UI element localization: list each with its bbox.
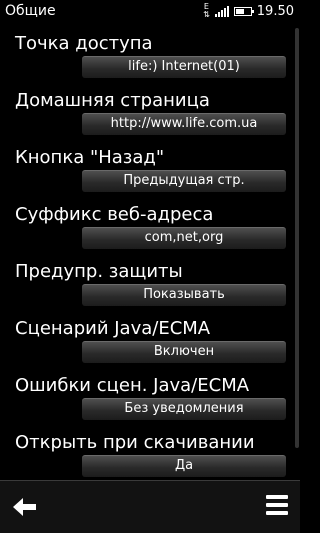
setting-value-button[interactable]: Без уведомления [82, 398, 286, 420]
status-indicators: E ⇅ 19.50 [203, 3, 294, 19]
setting-security-warnings[interactable]: Предупр. защиты Показывать [0, 252, 300, 309]
back-arrow-icon[interactable] [10, 493, 40, 521]
status-bar: Общие E ⇅ 19.50 [0, 0, 300, 24]
setting-label: Точка доступа [15, 33, 153, 54]
setting-value-button[interactable]: Показывать [82, 284, 286, 306]
battery-icon [233, 6, 254, 16]
setting-label: Домашняя страница [15, 90, 210, 111]
setting-value-button[interactable]: http://www.life.com.ua [82, 113, 286, 135]
bottom-toolbar [0, 480, 300, 533]
signal-strength-icon [214, 5, 229, 17]
setting-value-button[interactable]: Предыдущая стр. [82, 170, 286, 192]
menu-icon[interactable] [266, 495, 288, 517]
page-title: Общие [5, 3, 56, 19]
setting-address-suffix[interactable]: Суффикс веб-адреса com,net,org [0, 195, 300, 252]
setting-value-button[interactable]: Включен [82, 341, 286, 363]
setting-label: Открыть при скачивании [15, 432, 255, 453]
setting-label: Сценарий Java/ECMA [15, 318, 211, 339]
clock: 19.50 [256, 3, 294, 19]
setting-label: Суффикс веб-адреса [15, 204, 214, 225]
setting-access-point[interactable]: Точка доступа life:) Internet(01) [0, 24, 300, 81]
setting-home-page[interactable]: Домашняя страница http://www.life.com.ua [0, 81, 300, 138]
setting-label: Предупр. защиты [15, 261, 183, 282]
setting-java-script[interactable]: Сценарий Java/ECMA Включен [0, 309, 300, 366]
setting-script-errors[interactable]: Ошибки сцен. Java/ECMA Без уведомления [0, 366, 300, 423]
setting-value-button[interactable]: Да [82, 455, 286, 477]
setting-label: Ошибки сцен. Java/ECMA [15, 375, 250, 396]
setting-open-on-download[interactable]: Открыть при скачивании Да [0, 423, 300, 480]
setting-value-button[interactable]: com,net,org [82, 227, 286, 249]
setting-label: Кнопка "Назад" [15, 147, 165, 168]
scrollbar[interactable] [295, 28, 299, 448]
setting-value-button[interactable]: life:) Internet(01) [82, 56, 286, 78]
settings-list: Точка доступа life:) Internet(01) Домашн… [0, 24, 300, 480]
setting-back-button[interactable]: Кнопка "Назад" Предыдущая стр. [0, 138, 300, 195]
network-type-icon: E ⇅ [203, 2, 210, 19]
